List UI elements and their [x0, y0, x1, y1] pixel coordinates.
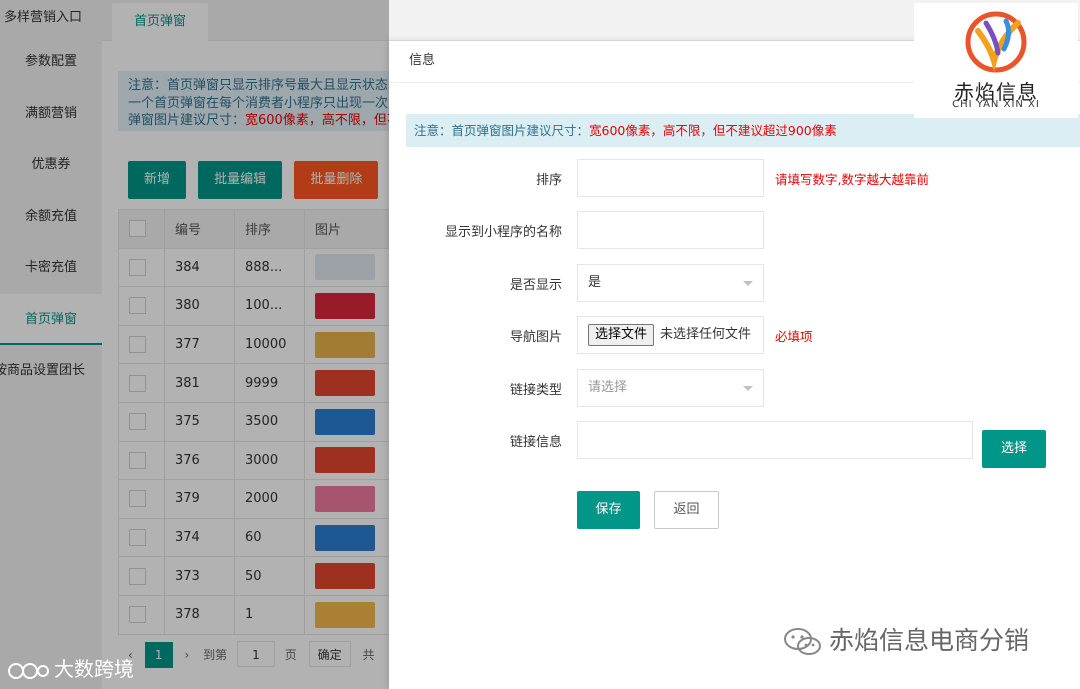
wechat-watermark-text: 赤焰信息电商分销 — [829, 626, 1030, 655]
chevron-down-icon — [743, 386, 753, 391]
choose-file-button[interactable]: 选择文件 — [588, 324, 655, 346]
dialog-notice: 注意：首页弹窗图片建议尺寸：宽600像素，高不限，但不建议超过900像素 — [406, 114, 1080, 147]
image-label: 导航图片 — [509, 330, 562, 345]
name-label: 显示到小程序的名称 — [444, 225, 562, 240]
name-input[interactable] — [577, 211, 764, 249]
sort-hint: 请填写数字,数字越大越靠前 — [775, 172, 929, 187]
show-select-value: 是 — [588, 275, 602, 290]
modal-backdrop[interactable] — [0, 0, 389, 689]
flame-logo-icon — [965, 11, 1027, 73]
link-info-label: 链接信息 — [509, 435, 562, 450]
show-label: 是否显示 — [509, 278, 562, 293]
link-type-select[interactable]: 请选择 — [577, 369, 764, 407]
image-required-hint: 必填项 — [775, 329, 813, 344]
link-type-label: 链接类型 — [509, 383, 562, 398]
sort-label: 排序 — [535, 173, 562, 188]
save-button[interactable]: 保存 — [577, 491, 640, 529]
brand-logo: 赤焰信息 CHI YAN XIN XI — [914, 3, 1078, 118]
chevron-down-icon — [743, 281, 753, 286]
link-type-placeholder: 请选择 — [588, 380, 628, 395]
corner-logo-icon — [8, 662, 49, 679]
sort-input[interactable] — [577, 159, 764, 197]
choose-link-button[interactable]: 选择 — [982, 430, 1046, 468]
dialog-notice-prefix: 注意：首页弹窗图片建议尺寸： — [414, 123, 590, 138]
link-info-input[interactable] — [577, 421, 973, 459]
corner-watermark-text: 大数跨境 — [54, 657, 134, 681]
wechat-watermark: 赤焰信息电商分销 — [783, 623, 1029, 659]
corner-watermark: 大数跨境 — [8, 655, 134, 683]
show-select[interactable]: 是 — [577, 264, 764, 302]
wechat-icon — [784, 628, 821, 655]
file-status: 未选择任何文件 — [660, 327, 752, 342]
dialog-notice-red: 宽600像素，高不限，但不建议超过900像素 — [589, 123, 837, 138]
info-dialog: 信息 注意：首页弹窗图片建议尺寸：宽600像素，高不限，但不建议超过900像素 … — [389, 41, 1080, 689]
logo-subtitle: CHI YAN XIN XI — [952, 99, 1040, 110]
image-file-field: 选择文件 未选择任何文件 — [577, 316, 764, 354]
back-button[interactable]: 返回 — [654, 491, 719, 529]
